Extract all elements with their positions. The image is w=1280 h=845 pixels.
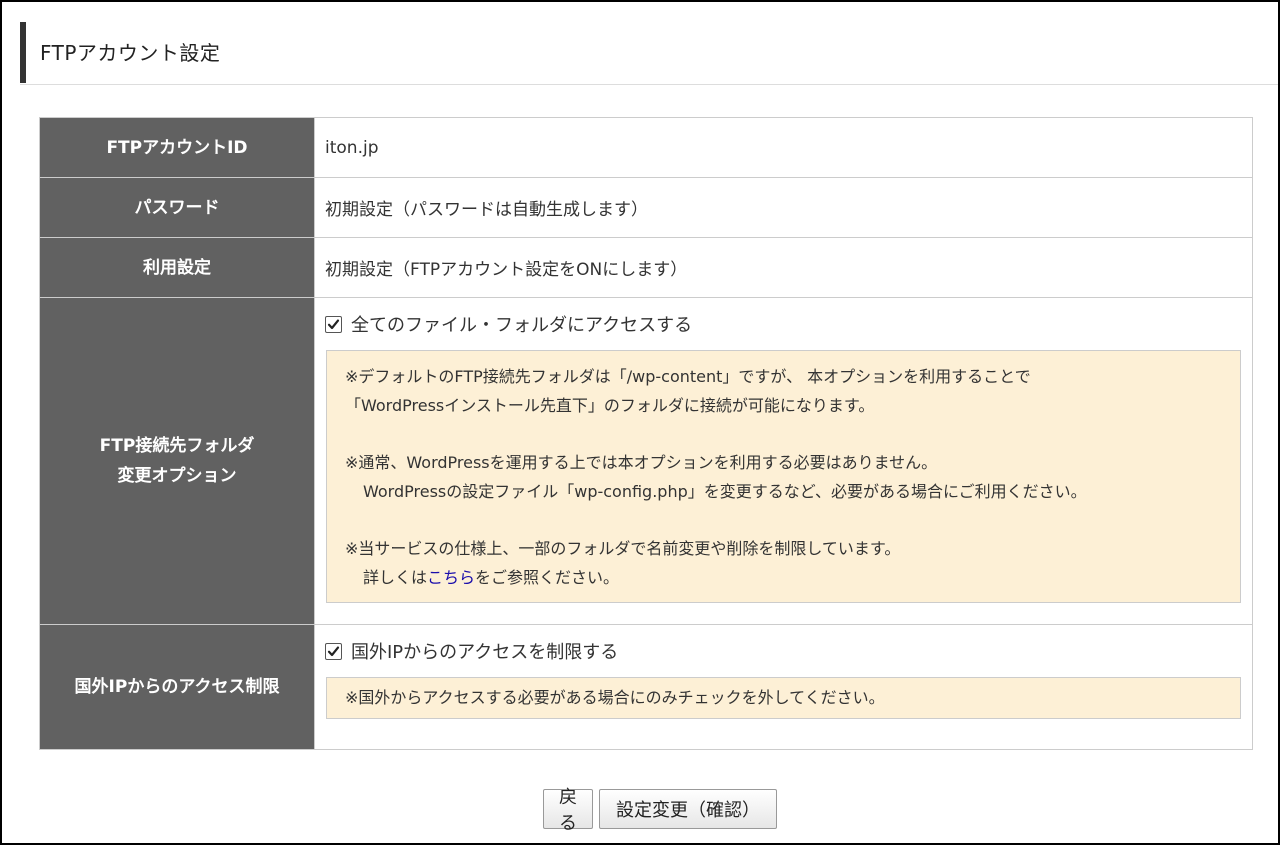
row-label-foreign-ip: 国外IPからのアクセス制限 (39, 624, 315, 750)
note-text-prefix: 詳しくは (363, 568, 428, 587)
folder-access-checkbox[interactable] (325, 315, 342, 333)
note-text: 「WordPressインストール先直下」のフォルダに接続が可能になります。 (345, 396, 875, 415)
folder-option-cell: 全てのファイル・フォルダにアクセスする ※デフォルトのFTP接続先フォルダは「/… (314, 297, 1253, 625)
note-text: WordPressの設定ファイル「wp-config.php」を変更するなど、必… (363, 482, 1087, 501)
folder-access-checkbox-label[interactable]: 全てのファイル・フォルダにアクセスする (351, 311, 692, 337)
checkmark-icon (327, 646, 340, 656)
table-row: 利用設定 初期設定（FTPアカウント設定をONにします） (39, 237, 1253, 298)
table-row: 国外IPからのアクセス制限 国外IPからのアクセスを制限する ※国外からアクセス… (39, 624, 1253, 750)
page-frame: FTPアカウント設定 FTPアカウントID iton.jp パスワード 初期設定… (0, 0, 1280, 845)
note-text-suffix: をご参照ください。 (475, 568, 620, 587)
confirm-settings-button[interactable]: 設定変更（確認） (599, 789, 777, 829)
folder-label-line1: FTP接続先フォルダ (99, 436, 255, 456)
action-buttons: 戻る 設定変更（確認） (2, 787, 1278, 834)
page-title: FTPアカウント設定 (40, 41, 221, 65)
note-paragraph-2: ※通常、WordPressを運用する上では本オプションを利用する必要はありません… (345, 448, 1222, 506)
foreign-ip-note: ※国外からアクセスする必要がある場合にのみチェックを外してください。 (326, 677, 1241, 719)
row-label-folder-option: FTP接続先フォルダ 変更オプション (39, 297, 315, 625)
table-row: パスワード 初期設定（パスワードは自動生成します） (39, 177, 1253, 238)
foreign-ip-checkbox-row[interactable]: 国外IPからのアクセスを制限する (325, 639, 1242, 663)
note-paragraph-3: ※当サービスの仕様上、一部のフォルダで名前変更や削除を制限しています。 詳しくは… (345, 534, 1222, 592)
table-row: FTPアカウントID iton.jp (39, 117, 1253, 178)
settings-table: FTPアカウントID iton.jp パスワード 初期設定（パスワードは自動生成… (39, 117, 1253, 750)
page-header: FTPアカウント設定 (20, 18, 1278, 85)
row-label-usage: 利用設定 (39, 237, 315, 298)
foreign-ip-checkbox-label[interactable]: 国外IPからのアクセスを制限する (351, 638, 618, 664)
header-accent-bar (20, 22, 26, 83)
usage-value: 初期設定（FTPアカウント設定をONにします） (314, 237, 1253, 298)
foreign-ip-checkbox[interactable] (325, 642, 342, 660)
note-text: ※デフォルトのFTP接続先フォルダは「/wp-content」ですが、 本オプシ… (345, 367, 1031, 386)
back-button[interactable]: 戻る (543, 787, 593, 834)
foreign-ip-cell: 国外IPからのアクセスを制限する ※国外からアクセスする必要がある場合にのみチェ… (314, 624, 1253, 750)
folder-option-note: ※デフォルトのFTP接続先フォルダは「/wp-content」ですが、 本オプシ… (326, 350, 1241, 603)
note-paragraph-1: ※デフォルトのFTP接続先フォルダは「/wp-content」ですが、 本オプシ… (345, 362, 1222, 420)
row-label-password: パスワード (39, 177, 315, 238)
note-text: ※当サービスの仕様上、一部のフォルダで名前変更や削除を制限しています。 (345, 539, 901, 558)
details-link[interactable]: こちら (427, 568, 475, 587)
folder-access-checkbox-row[interactable]: 全てのファイル・フォルダにアクセスする (325, 312, 1242, 336)
row-label-account-id: FTPアカウントID (39, 117, 315, 178)
table-row: FTP接続先フォルダ 変更オプション 全てのファイル・フォルダにアクセスする ※… (39, 297, 1253, 625)
note-text: 詳しくはこちらをご参照ください。 (345, 563, 1222, 592)
note-text: ※通常、WordPressを運用する上では本オプションを利用する必要はありません… (345, 453, 938, 472)
password-value: 初期設定（パスワードは自動生成します） (314, 177, 1253, 238)
folder-label-line2: 変更オプション (117, 466, 237, 486)
account-id-value: iton.jp (314, 117, 1253, 178)
checkmark-icon (327, 319, 340, 329)
